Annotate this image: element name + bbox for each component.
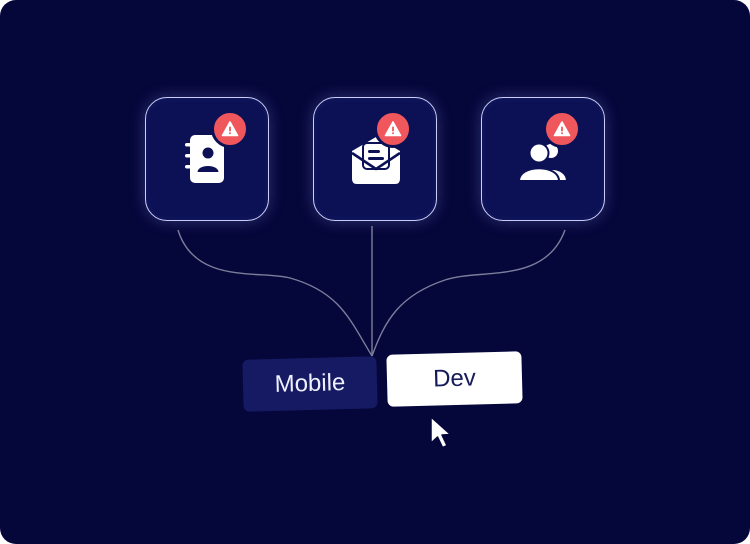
illustration-canvas: Mobile Dev xyxy=(0,0,750,544)
mobile-chip-label: Mobile xyxy=(274,369,346,398)
mail-tile[interactable] xyxy=(313,97,437,221)
alert-badge xyxy=(211,110,249,148)
connector-line-users xyxy=(371,229,566,357)
alert-badge xyxy=(374,110,412,148)
warning-icon xyxy=(221,121,239,137)
mobile-chip[interactable]: Mobile xyxy=(242,356,378,412)
connector-line-contacts xyxy=(177,229,373,357)
mouse-pointer-icon xyxy=(430,416,452,449)
warning-icon xyxy=(553,121,571,137)
alert-badge xyxy=(543,110,581,148)
warning-icon xyxy=(384,121,402,137)
dev-chip[interactable]: Dev xyxy=(386,351,523,407)
contacts-tile[interactable] xyxy=(145,97,269,221)
dev-chip-label: Dev xyxy=(432,364,477,393)
users-tile[interactable] xyxy=(481,97,605,221)
connector-lines xyxy=(177,226,566,357)
